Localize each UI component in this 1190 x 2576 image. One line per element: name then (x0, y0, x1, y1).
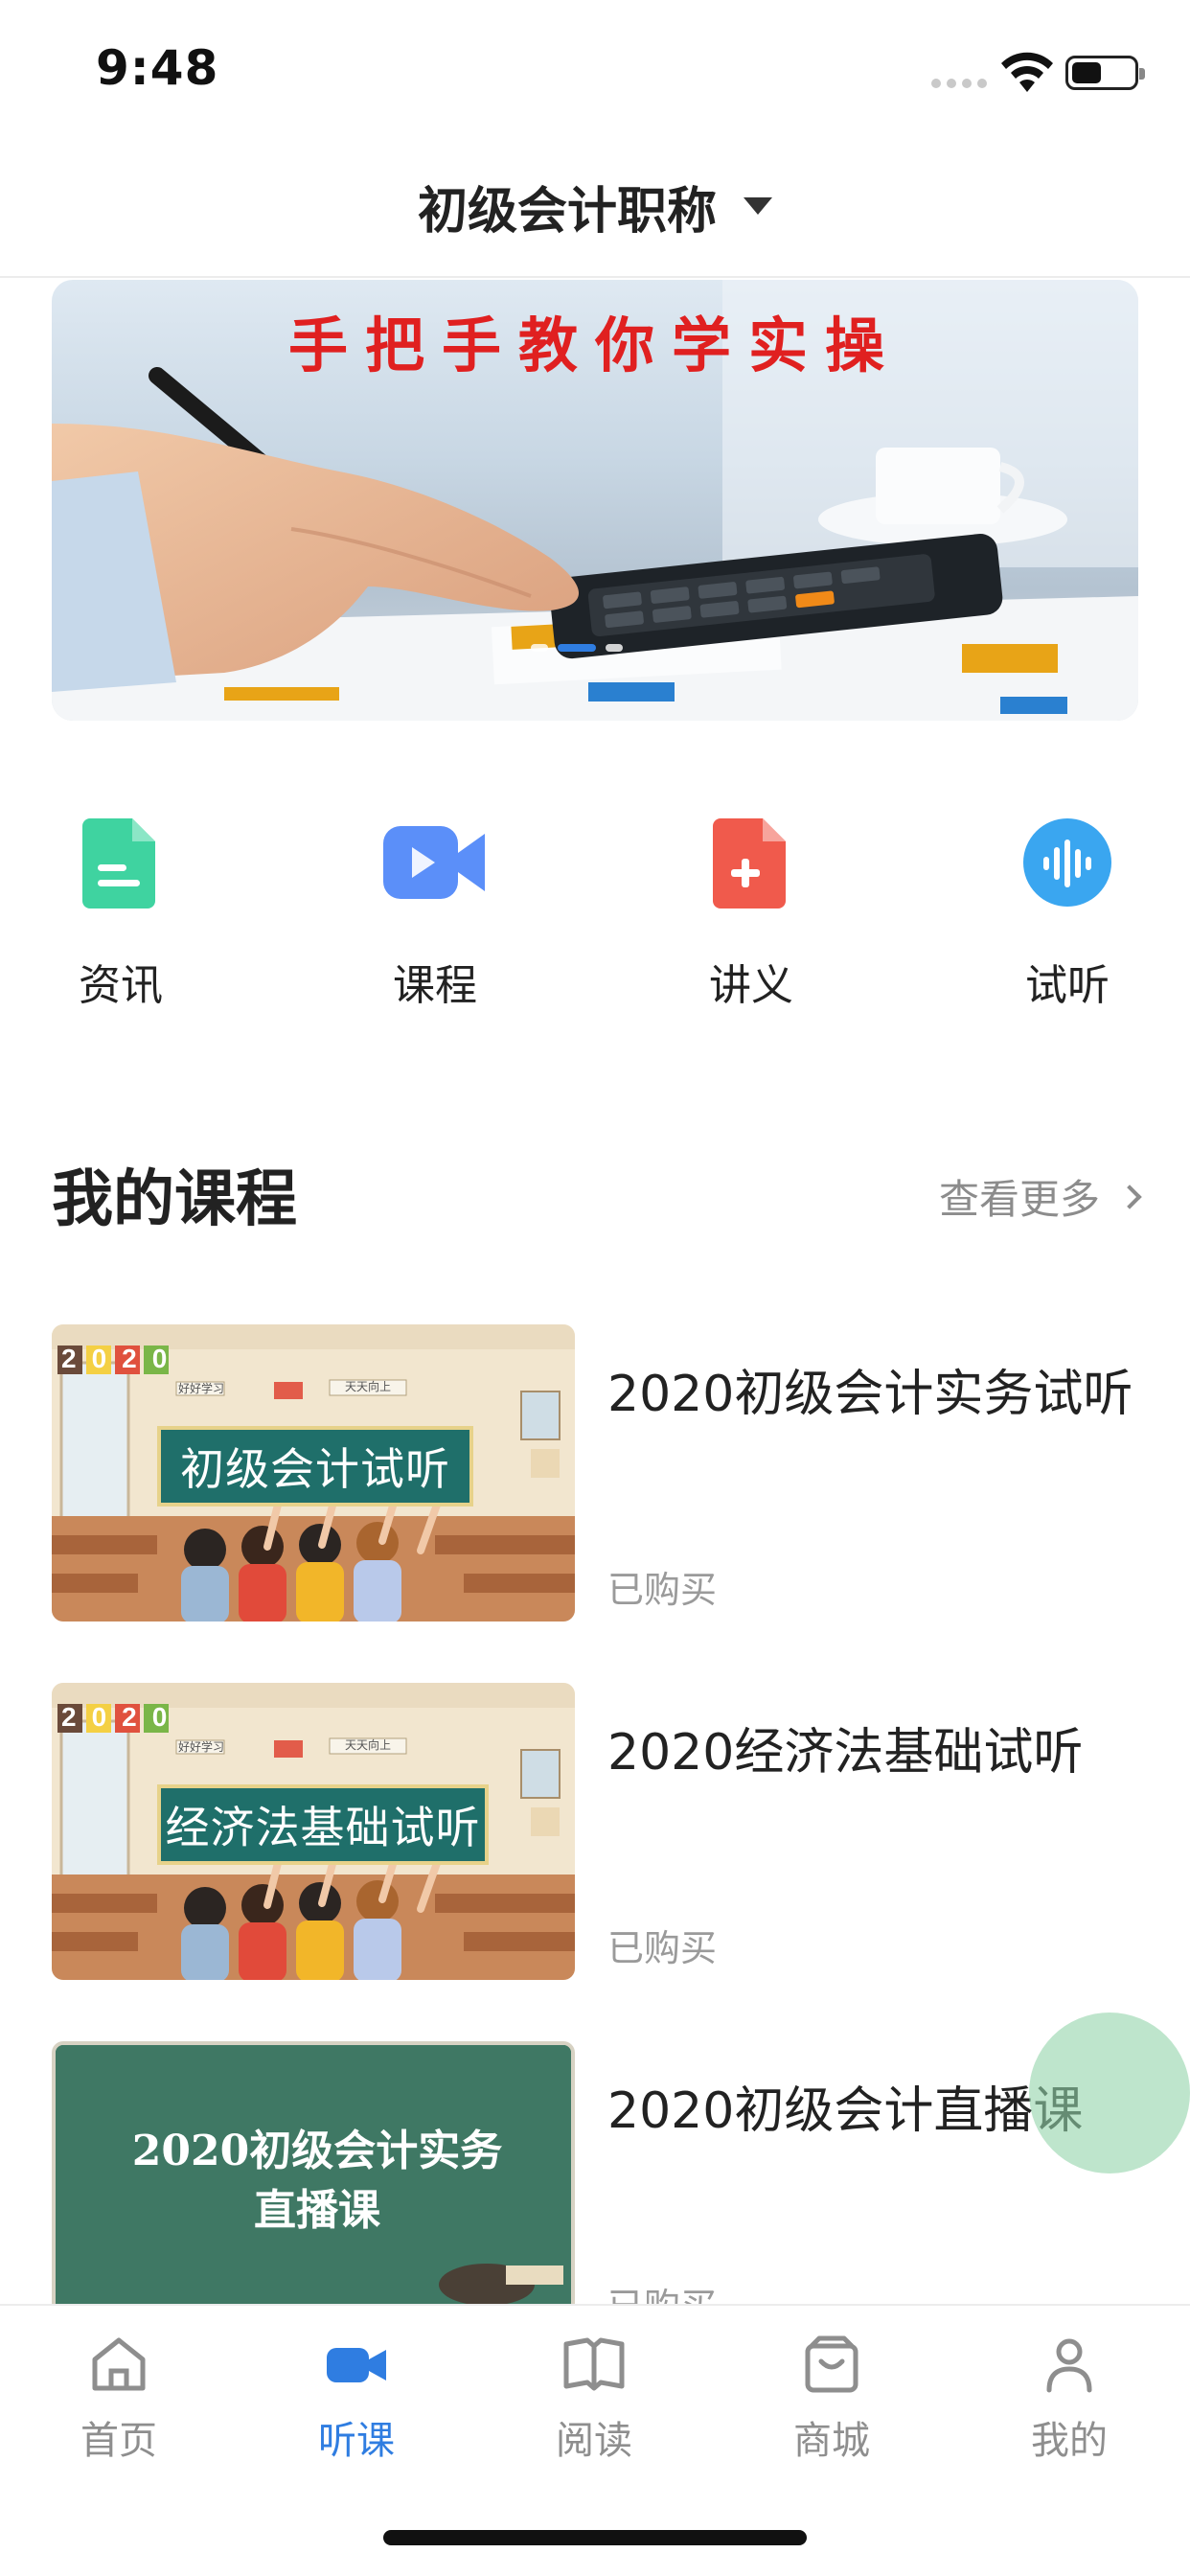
course-item[interactable]: 2020 好好学习 天天向上 经济法基础试听 2020经济法基础试听 已购买 (52, 1683, 1138, 1980)
thumb-board-label: 初级会计试听 (157, 1426, 473, 1506)
top-nav-bar: 初级会计职称 (0, 134, 1190, 278)
see-more-link[interactable]: 查看更多 (938, 1167, 1142, 1226)
promo-banner[interactable]: 手把手教你学实操 (52, 280, 1138, 721)
tab-label: 听课 (318, 2419, 395, 2463)
add-file-icon (713, 818, 786, 908)
cellular-signal-icon (931, 79, 987, 88)
banner-title: 手把手教你学实操 (287, 310, 902, 380)
section-title-my-courses: 我的课程 (52, 1164, 297, 1235)
tab-label: 阅读 (556, 2419, 632, 2463)
thumb-year: 2020 (57, 1702, 169, 1733)
wifi-icon (1001, 52, 1053, 92)
chevron-right-icon (1117, 1184, 1142, 1209)
see-more-label: 查看更多 (938, 1176, 1100, 1223)
exam-category-selector[interactable]: 初级会计职称 (0, 134, 1190, 278)
open-book-icon (563, 2337, 625, 2391)
thumb-board-line2: 直播课 (254, 2186, 380, 2235)
video-camera-icon (327, 2348, 386, 2382)
thumb-board-title: 2020初级会计实务 直播课 (56, 2122, 571, 2241)
quick-entry-news[interactable]: 资讯 (34, 805, 207, 1016)
course-status: 已购买 (607, 1927, 718, 1969)
status-bar: 9:48 (0, 0, 1190, 134)
audio-wave-icon (1023, 818, 1111, 907)
banner-pagination (531, 644, 623, 652)
floating-action-bubble[interactable] (1029, 2012, 1190, 2174)
home-icon (92, 2337, 146, 2391)
quick-entry-trial[interactable]: 试听 (981, 805, 1154, 1016)
quick-entry-label: 资讯 (79, 961, 163, 1010)
home-indicator[interactable] (383, 2530, 807, 2545)
dropdown-caret-icon (744, 197, 772, 215)
document-icon (82, 818, 155, 908)
quick-entry-label: 试听 (1025, 961, 1110, 1010)
thumb-board-line1: 2020初级会计实务 (131, 2127, 503, 2175)
quick-entry-grid: 资讯 课程 讲义 试听 (0, 805, 1190, 1016)
thumb-sign-right: 天天向上 (344, 1380, 391, 1393)
thumb-board-label: 经济法基础试听 (157, 1784, 489, 1865)
shopping-bag-icon (805, 2335, 858, 2393)
course-thumbnail: 2020 好好学习 天天向上 初级会计试听 (52, 1324, 575, 1622)
thumb-sign-left: 好好学习 (177, 1740, 224, 1754)
course-thumbnail: 2020 好好学习 天天向上 经济法基础试听 (52, 1683, 575, 1980)
quick-entry-courses[interactable]: 课程 (349, 805, 521, 1016)
video-camera-icon (383, 826, 485, 899)
course-item[interactable]: 2020 好好学习 天天向上 初级会计试听 2020初级会计实务试听 已购买 (52, 1324, 1138, 1622)
tab-lectures[interactable]: 听课 (261, 2331, 452, 2465)
course-title: 2020经济法基础试听 (607, 1724, 1084, 1782)
exam-category-title: 初级会计职称 (417, 182, 717, 241)
quick-entry-handouts[interactable]: 讲义 (665, 805, 837, 1016)
battery-icon (1065, 56, 1145, 90)
course-item[interactable]: 2020初级会计实务 直播课 2020初级会计直播课 已购买 (52, 2041, 1138, 2338)
thumb-year-text: 2020 (61, 1702, 183, 1732)
quick-entry-label: 课程 (393, 961, 477, 1010)
tab-profile[interactable]: 我的 (973, 2331, 1165, 2465)
tab-label: 首页 (80, 2419, 157, 2463)
course-thumbnail: 2020初级会计实务 直播课 (52, 2041, 575, 2338)
course-title: 2020初级会计直播课 (607, 2082, 1084, 2140)
tab-home[interactable]: 首页 (23, 2331, 215, 2465)
thumb-year: 2020 (57, 1344, 169, 1374)
tab-label: 商城 (793, 2419, 870, 2463)
quick-entry-label: 讲义 (709, 961, 793, 1010)
status-time: 9:48 (96, 40, 219, 96)
thumb-sign-right: 天天向上 (344, 1738, 391, 1752)
banner-dot[interactable] (531, 644, 548, 652)
tab-store[interactable]: 商城 (736, 2331, 927, 2465)
tab-reading[interactable]: 阅读 (498, 2331, 690, 2465)
course-title: 2020初级会计实务试听 (607, 1366, 1133, 1423)
tab-label: 我的 (1031, 2419, 1108, 2463)
banner-dot[interactable] (606, 644, 623, 652)
banner-dot-active[interactable] (558, 644, 596, 652)
thumb-year-text: 2020 (61, 1344, 183, 1373)
thumb-sign-left: 好好学习 (177, 1382, 224, 1395)
profile-icon (1046, 2338, 1092, 2393)
course-status: 已购买 (607, 1569, 718, 1611)
